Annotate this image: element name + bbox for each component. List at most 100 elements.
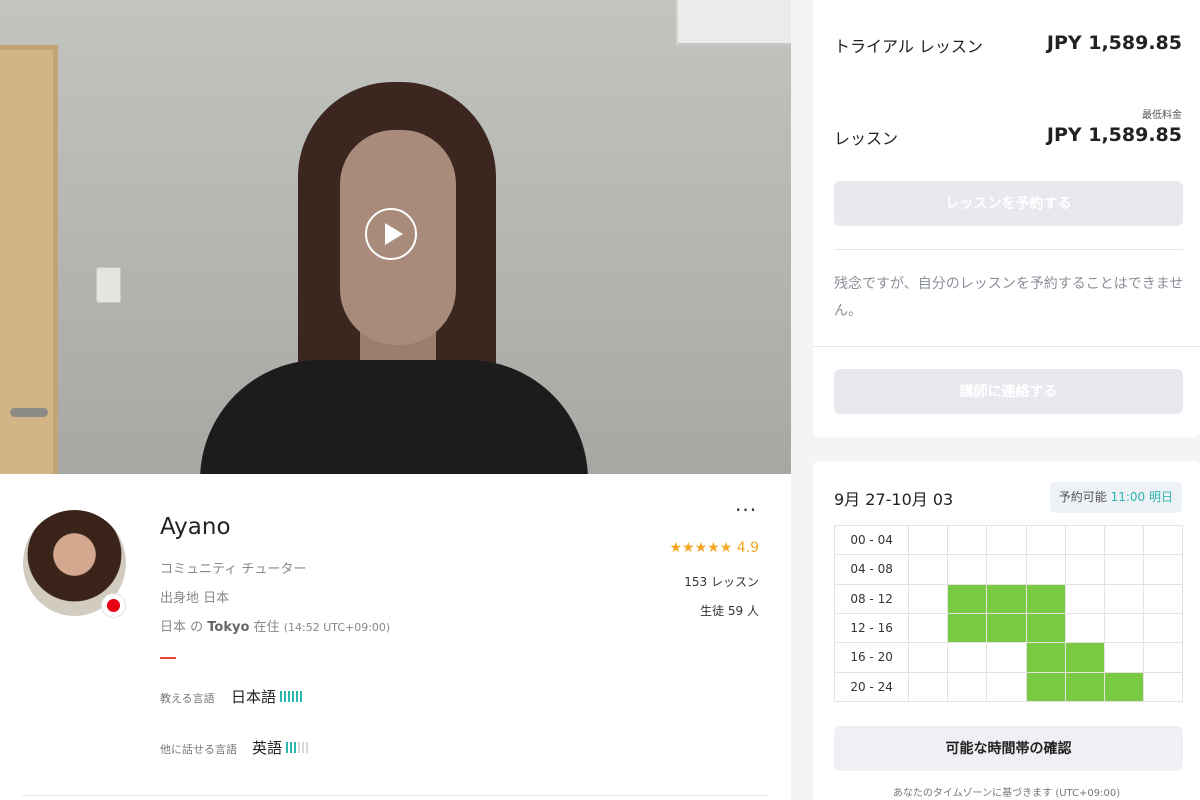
background-door <box>0 45 58 474</box>
intro-video[interactable] <box>0 0 791 474</box>
book-lesson-button[interactable]: レッスンを予約する <box>834 181 1183 226</box>
min-price-label: 最低料金 <box>1142 110 1182 121</box>
availability-label: 予約可能 <box>1058 490 1107 504</box>
japan-flag-icon <box>102 594 125 617</box>
contact-tutor-button[interactable]: 講師に連絡する <box>834 369 1183 414</box>
origin-value: 日本 <box>203 591 230 606</box>
level-bar <box>284 691 286 702</box>
unavailable-cell <box>986 554 1027 585</box>
pricing-divider <box>834 249 1183 250</box>
tutor-role: コミュニティ チューター <box>160 562 307 577</box>
level-bar <box>302 742 304 753</box>
trial-lesson-price: JPY 1,589.85 <box>1046 32 1182 54</box>
time-slot-label: 20 - 24 <box>833 671 910 703</box>
background-air-conditioner <box>676 0 791 46</box>
pricing-card: トライアル レッスン JPY 1,589.85 最低料金 レッスン JPY 1,… <box>813 0 1200 437</box>
unavailable-cell <box>908 642 949 673</box>
origin-prefix: 出身地 <box>160 591 200 606</box>
grid-row: 04 - 08 <box>833 554 1184 585</box>
level-bar <box>296 691 298 702</box>
available-cell <box>947 583 988 614</box>
check-availability-button[interactable]: 可能な時間帯の確認 <box>834 726 1183 771</box>
pricing-divider <box>813 346 1200 347</box>
availability-badge: 予約可能 11:00 明日 <box>1049 482 1182 513</box>
level-bar <box>286 742 288 753</box>
speaks-language: 英語 <box>252 739 283 757</box>
speaks-level-bars <box>286 742 310 753</box>
unavailable-cell <box>947 671 988 703</box>
local-time: (14:52 UTC+09:00) <box>283 621 391 634</box>
rating-value: 4.9 <box>736 540 759 556</box>
unavailable-cell <box>908 671 949 703</box>
students-value: 59 人 <box>727 604 759 618</box>
unavailable-cell <box>1142 642 1184 673</box>
star-icon: ★ <box>669 540 683 556</box>
available-cell <box>1025 671 1066 703</box>
lesson-label: レッスン <box>834 129 899 148</box>
unavailable-cell <box>1142 612 1184 644</box>
speaks-label: 他に話せる言語 <box>160 743 237 756</box>
unavailable-cell <box>1142 583 1184 614</box>
unavailable-cell <box>1142 524 1184 556</box>
lesson-price: JPY 1,589.85 <box>1046 124 1182 146</box>
level-bar <box>306 742 308 753</box>
time-slot-label: 08 - 12 <box>833 583 910 614</box>
play-circle-icon[interactable] <box>365 208 417 260</box>
profile-divider <box>22 795 769 796</box>
tutor-profile: Ayano コミュニティ チューター 出身地 日本 日本 の Tokyo 在住 … <box>0 474 791 800</box>
unavailable-cell <box>986 642 1027 673</box>
star-icon: ★ <box>694 540 708 556</box>
available-cell <box>986 583 1027 614</box>
time-slot-label: 12 - 16 <box>833 612 910 644</box>
star-icon: ★ <box>682 540 695 556</box>
unavailable-cell <box>1064 554 1105 585</box>
unavailable-cell <box>908 612 949 644</box>
unavailable-cell <box>1064 524 1105 556</box>
time-slot-label: 00 - 04 <box>833 524 910 556</box>
teaches-label: 教える言語 <box>160 692 215 705</box>
unavailable-cell <box>908 524 949 556</box>
available-cell <box>1025 612 1066 644</box>
unavailable-cell <box>947 642 988 673</box>
more-horizontal-icon[interactable]: ··· <box>735 498 757 522</box>
week-range: 9月 27-10月 03 <box>834 490 954 509</box>
available-cell <box>986 612 1027 644</box>
tutor-shirt <box>200 360 588 474</box>
unavailable-cell <box>1142 554 1184 585</box>
tutor-residence: 日本 の Tokyo 在住 (14:52 UTC+09:00) <box>160 616 390 635</box>
grid-row: 00 - 04 <box>833 524 1184 556</box>
residence-country: 日本 の <box>160 620 204 635</box>
available-cell <box>1025 583 1066 614</box>
available-cell <box>1103 671 1144 703</box>
rating[interactable]: ★★★★★ 4.9 <box>669 540 759 556</box>
unavailable-cell <box>1064 583 1105 614</box>
grid-row: 08 - 12 <box>833 583 1184 614</box>
self-booking-notice: 残念ですが、自分のレッスンを予約することはできません。 <box>834 276 1184 319</box>
available-cell <box>1064 671 1105 703</box>
level-bar <box>280 691 282 702</box>
lesson-count: 153 レッスン <box>684 575 759 589</box>
unavailable-cell <box>1103 612 1144 644</box>
availability-day: 明日 <box>1148 490 1173 504</box>
students-prefix: 生徒 <box>700 604 725 618</box>
star-icon: ★ <box>707 540 720 556</box>
unavailable-cell <box>908 583 949 614</box>
availability-time: 11:00 <box>1110 490 1146 504</box>
unavailable-cell <box>1103 642 1144 673</box>
unavailable-cell <box>986 524 1027 556</box>
available-cell <box>1064 642 1105 673</box>
unavailable-cell <box>1142 671 1184 703</box>
background-light-switch <box>97 268 120 302</box>
timezone-note: あなたのタイムゾーンに基づきます (UTC+09:00) <box>892 788 1121 799</box>
level-bar <box>298 742 300 753</box>
unavailable-cell <box>1103 583 1144 614</box>
section-divider-accent <box>160 657 176 659</box>
available-cell <box>1025 642 1066 673</box>
grid-row: 12 - 16 <box>833 612 1184 644</box>
schedule-card: 9月 27-10月 03 予約可能 11:00 明日 00 - 04 04 - 0… <box>813 461 1200 800</box>
level-bar <box>288 691 290 702</box>
star-rating-icons: ★★★★★ <box>669 540 736 556</box>
time-slot-label: 04 - 08 <box>833 554 910 585</box>
unavailable-cell <box>947 554 988 585</box>
unavailable-cell <box>1103 554 1144 585</box>
